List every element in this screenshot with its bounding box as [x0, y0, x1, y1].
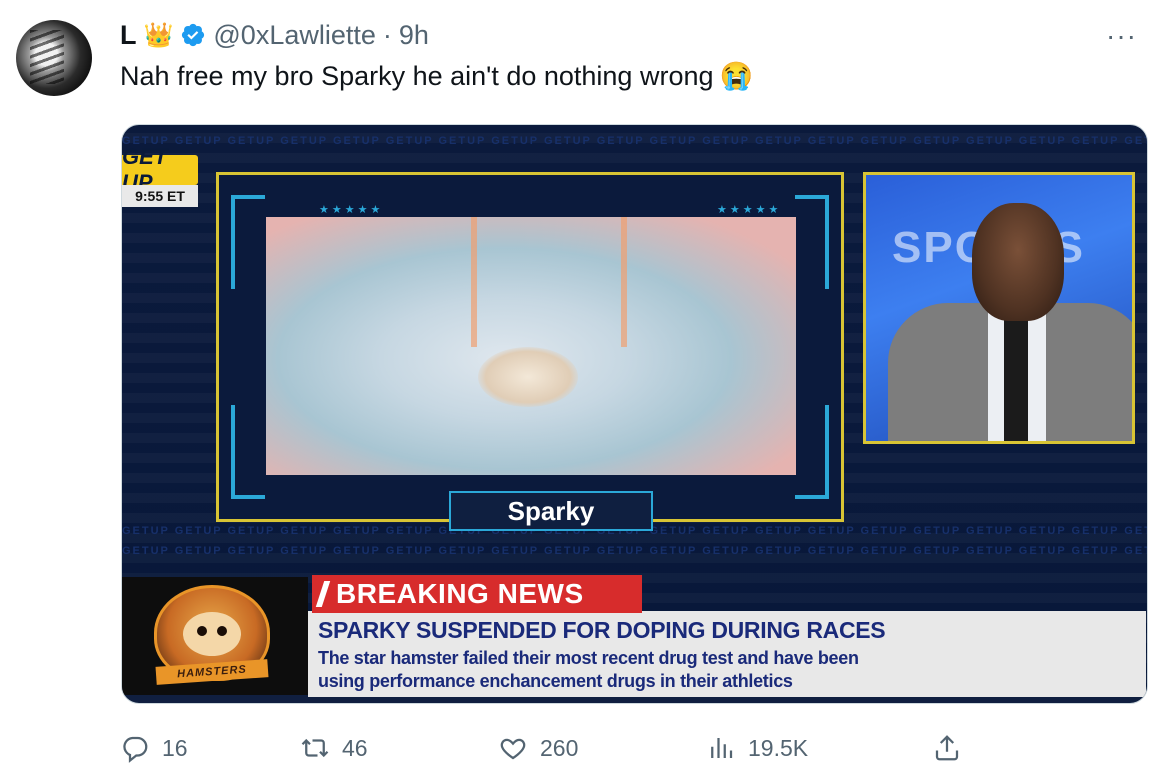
hamsters-team-logo: HAMSTERS — [122, 577, 308, 695]
tweet-body: Nah free my bro Sparky he ain't do nothi… — [120, 60, 714, 91]
crying-emoji-icon: 😭 — [719, 61, 754, 91]
separator-dot: · — [382, 19, 392, 50]
tube-line — [471, 217, 477, 347]
timestamp[interactable]: 9h — [399, 20, 429, 51]
crown-badge-icon: 👑 — [143, 21, 174, 49]
author-name[interactable]: L — [120, 20, 137, 51]
hamster-face-icon — [183, 612, 241, 656]
stars-decoration: ★★★★★ — [319, 204, 384, 216]
ticker-subline-2: using performance enchancement drugs in … — [318, 671, 793, 691]
more-icon[interactable]: ··· — [1106, 20, 1137, 52]
views-count: 19.5K — [748, 734, 809, 761]
anchor-head — [972, 203, 1064, 321]
frame-corner — [795, 195, 829, 289]
ticker-headline: SPARKY SUSPENDED FOR DOPING DURING RACES — [318, 617, 886, 643]
repost-icon — [301, 738, 329, 758]
anchor-tie — [1004, 315, 1028, 441]
show-logo: GET UP — [122, 144, 198, 195]
ticker-subline-1: The star hamster failed their most recen… — [318, 648, 859, 668]
reply-count: 16 — [162, 734, 188, 761]
share-icon — [935, 735, 959, 761]
tweet-actions: 16 46 260 19.5K — [120, 726, 980, 770]
repost-count: 46 — [342, 734, 368, 761]
stars-decoration: ★★★★★ — [717, 204, 782, 216]
news-ticker: SPARKY SUSPENDED FOR DOPING DURING RACES… — [308, 611, 1146, 697]
logo-eye — [217, 626, 227, 636]
views-icon — [711, 738, 733, 758]
reply-button[interactable]: 16 — [120, 726, 188, 770]
broadcast-clock: 9:55 ET — [122, 185, 198, 207]
logo-eye — [197, 626, 207, 636]
tweet-header: L 👑 @0xLawliette · 9h — [120, 18, 429, 52]
anchor-inset: SPORTS — [863, 172, 1135, 444]
tweet-media[interactable]: GETUP GETUP GETUP GETUP GETUP GETUP GETU… — [121, 124, 1148, 704]
background-text: GETUP GETUP GETUP GETUP GETUP GETUP GETU… — [122, 545, 1148, 557]
frame-corner — [231, 195, 265, 289]
breaking-news-label: BREAKING NEWS — [336, 578, 584, 609]
share-button[interactable] — [932, 726, 962, 770]
author-handle[interactable]: @0xLawliette — [213, 20, 376, 51]
ticker-subline: The star hamster failed their most recen… — [318, 647, 859, 693]
views-button[interactable]: 19.5K — [706, 726, 808, 770]
frame-corner — [231, 405, 265, 499]
like-icon — [500, 738, 526, 760]
reply-icon — [123, 736, 148, 763]
video-label: Sparky — [449, 491, 653, 531]
breaking-news-banner: BREAKING NEWS — [312, 575, 642, 613]
video-inset: ★★★★★ ★★★★★ Sparky — [216, 172, 844, 531]
verified-badge-icon[interactable] — [180, 22, 206, 48]
background-text: GETUP GETUP GETUP GETUP GETUP GETUP GETU… — [122, 135, 1148, 147]
repost-button[interactable]: 46 — [300, 726, 368, 770]
tube-line — [621, 217, 627, 347]
hamster-video — [266, 217, 796, 475]
like-button[interactable]: 260 — [498, 726, 578, 770]
avatar[interactable] — [16, 20, 92, 96]
like-count: 260 — [540, 734, 579, 761]
frame-corner — [795, 405, 829, 499]
banner-slash — [315, 581, 331, 607]
hamster-figure — [478, 347, 578, 407]
tweet-text: Nah free my bro Sparky he ain't do nothi… — [120, 60, 753, 92]
